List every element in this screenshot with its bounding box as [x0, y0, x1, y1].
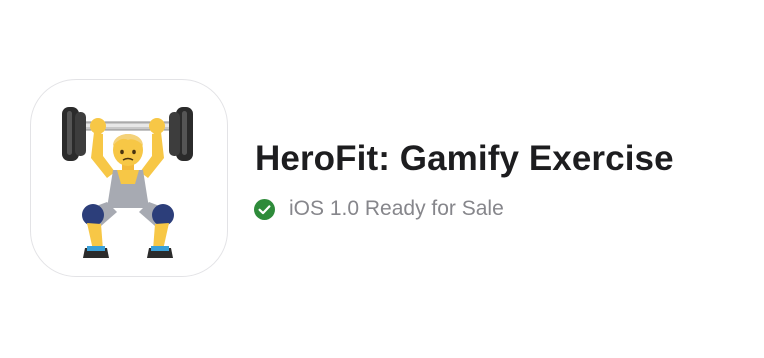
app-icon[interactable] [30, 79, 228, 277]
weightlifter-emoji-icon [62, 107, 193, 258]
check-circle-icon [254, 198, 275, 220]
app-status-card: HeroFit: Gamify Exercise iOS 1.0 Ready f… [0, 0, 764, 358]
status-text: iOS 1.0 Ready for Sale [289, 197, 504, 220]
app-status: iOS 1.0 Ready for Sale [254, 197, 504, 221]
app-name: HeroFit: Gamify Exercise [255, 139, 674, 178]
